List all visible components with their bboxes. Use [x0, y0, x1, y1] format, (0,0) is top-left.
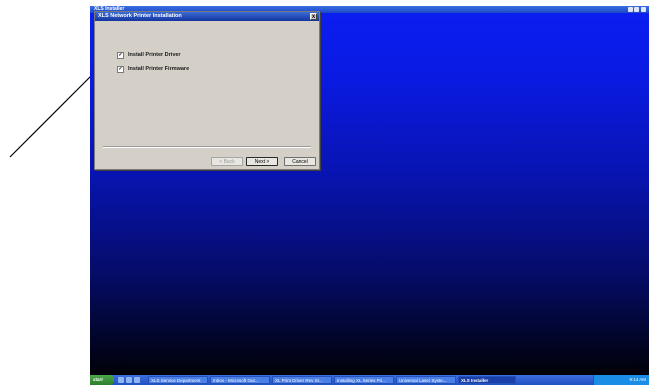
driver-checkbox[interactable]: ✓	[117, 51, 124, 59]
quicklaunch-ie-icon[interactable]	[118, 377, 124, 383]
start-button[interactable]: start	[90, 375, 114, 385]
option-label: Install Printer Driver	[128, 52, 181, 58]
system-tray: 9:14 AM	[593, 375, 649, 385]
installer-dialog: XLS Network Printer Installation x ✓ Ins…	[94, 11, 320, 170]
option-install-driver[interactable]: ✓ Install Printer Driver	[117, 51, 181, 59]
desktop: XLS Installer XLS Network Printer Instal…	[90, 6, 649, 385]
dialog-separator	[103, 146, 311, 148]
clock: 9:14 AM	[629, 377, 646, 382]
taskbar-item[interactable]: Universal Laser Syste...	[396, 376, 456, 384]
minimize-icon[interactable]	[628, 7, 633, 12]
dialog-title: XLS Network Printer Installation	[98, 13, 182, 19]
taskbar-item-active[interactable]: XLS Installer	[458, 376, 516, 384]
taskbar-item[interactable]: XL Print Driver Rev St...	[272, 376, 332, 384]
dialog-close-button[interactable]: x	[310, 13, 317, 20]
maximize-icon[interactable]	[634, 7, 639, 12]
quicklaunch-outlook-icon[interactable]	[134, 377, 140, 383]
cancel-button[interactable]: Cancel	[284, 157, 316, 166]
taskbar: start XLS Service Department Inbox - Mic…	[90, 375, 649, 385]
quicklaunch-desktop-icon[interactable]	[126, 377, 132, 383]
option-install-firmware[interactable]: ✓ Install Printer Firmware	[117, 65, 189, 73]
back-button[interactable]: < Back	[211, 157, 243, 166]
option-label: Install Printer Firmware	[128, 66, 190, 72]
next-button[interactable]: Next >	[246, 157, 278, 166]
close-window-icon[interactable]	[641, 7, 646, 12]
taskbar-item[interactable]: Inbox - Microsoft Out...	[210, 376, 270, 384]
taskbar-item[interactable]: Installing XL Series Pri...	[334, 376, 394, 384]
firmware-checkbox[interactable]: ✓	[117, 65, 124, 73]
taskbar-item[interactable]: XLS Service Department	[148, 376, 208, 384]
dialog-titlebar: XLS Network Printer Installation x	[95, 12, 319, 21]
